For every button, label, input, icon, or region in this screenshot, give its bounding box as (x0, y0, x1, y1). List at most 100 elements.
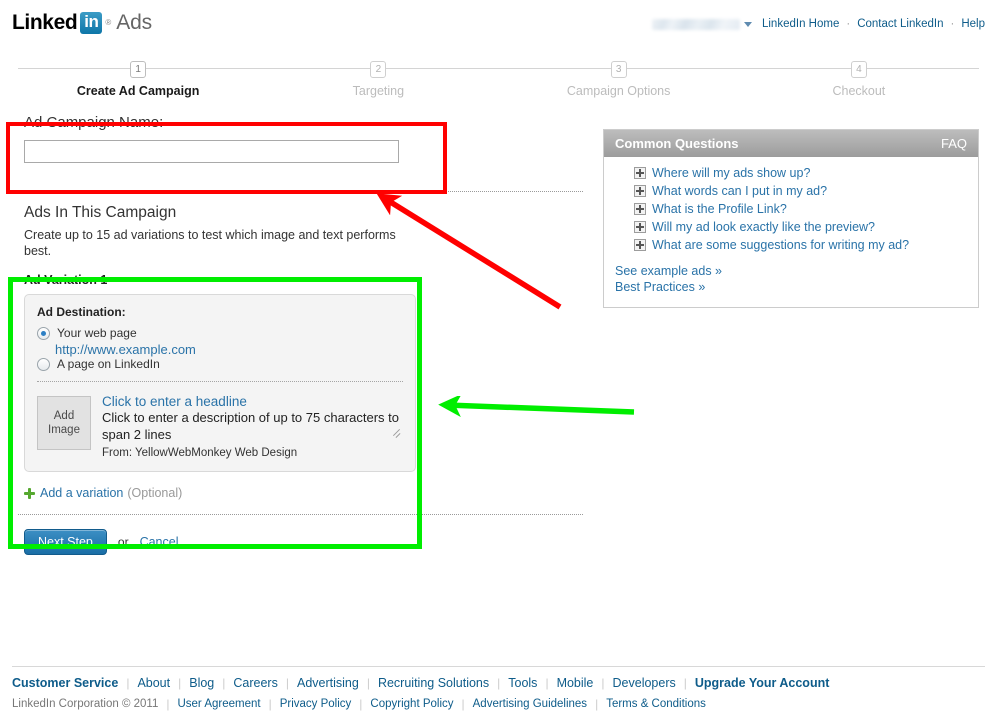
step-campaign-options[interactable]: 3 Campaign Options (499, 56, 739, 98)
ads-section-description: Create up to 15 ad variations to test wh… (24, 228, 396, 258)
radio-label: A page on LinkedIn (57, 357, 160, 371)
footer-separator: | (366, 676, 370, 690)
footer-separator: | (461, 697, 465, 711)
ad-preview-text: Click to enter a headline Click to enter… (102, 394, 403, 459)
footer-link-copyright-policy[interactable]: Copyright Policy (370, 698, 453, 710)
faq-panel-links: See example ads » Best Practices » (615, 263, 967, 295)
footer-separator: | (545, 676, 549, 690)
add-variation-link[interactable]: Add a variation (40, 486, 123, 500)
add-image-button[interactable]: Add Image (37, 396, 91, 450)
ad-headline-input[interactable]: Click to enter a headline (102, 394, 403, 409)
expand-plus-icon[interactable] (634, 221, 646, 233)
expand-plus-icon[interactable] (634, 167, 646, 179)
radio-icon-selected[interactable] (37, 326, 50, 340)
footer-link-upgrade-account[interactable]: Upgrade Your Account (695, 676, 830, 690)
faq-question-item[interactable]: What are some suggestions for writing my… (615, 238, 967, 252)
ad-description-input[interactable]: Click to enter a description of up to 75… (102, 410, 403, 443)
footer-link-blog[interactable]: Blog (189, 676, 214, 690)
step-number: 1 (130, 61, 147, 78)
radio-icon-unselected[interactable] (37, 357, 50, 371)
faq-question-item[interactable]: Will my ad look exactly like the preview… (615, 220, 967, 234)
footer-separator: | (683, 676, 687, 690)
or-text: or (117, 535, 129, 549)
footer-link-terms-conditions[interactable]: Terms & Conditions (606, 698, 706, 710)
campaign-name-input[interactable] (24, 140, 399, 163)
linkedin-ads-logo[interactable]: Linked in ® Ads (12, 11, 152, 35)
common-questions-panel: Common Questions FAQ Where will my ads s… (603, 129, 979, 308)
faq-question-link[interactable]: What words can I put in my ad? (652, 184, 827, 198)
resize-handle-icon[interactable] (392, 428, 401, 441)
footer-link-tools[interactable]: Tools (508, 676, 537, 690)
faq-panel-header: Common Questions FAQ (604, 130, 978, 157)
form-actions: Next Step or Cancel (24, 529, 583, 555)
footer-link-user-agreement[interactable]: User Agreement (177, 698, 260, 710)
add-variation-optional-text: (Optional) (127, 486, 183, 500)
add-variation-row[interactable]: Add a variation (Optional) (24, 486, 583, 500)
faq-question-item[interactable]: Where will my ads show up? (615, 166, 967, 180)
expand-plus-icon[interactable] (634, 203, 646, 215)
progress-stepper: 1 Create Ad Campaign 2 Targeting 3 Campa… (18, 56, 979, 104)
step-checkout[interactable]: 4 Checkout (739, 56, 979, 98)
step-create-ad-campaign[interactable]: 1 Create Ad Campaign (18, 56, 258, 98)
faq-panel-body: Where will my ads show up? What words ca… (604, 157, 978, 307)
faq-question-item[interactable]: What words can I put in my ad? (615, 184, 967, 198)
chevron-down-icon[interactable] (743, 21, 752, 27)
see-example-ads-link[interactable]: See example ads » (615, 263, 967, 279)
destination-url-link[interactable]: http://www.example.com (55, 342, 196, 357)
footer-separator: | (359, 697, 363, 711)
campaign-name-label: Ad Campaign Name: (24, 114, 164, 131)
faq-question-link[interactable]: Where will my ads show up? (652, 166, 810, 180)
step-label: Checkout (832, 84, 886, 98)
expand-plus-icon[interactable] (634, 185, 646, 197)
footer-link-privacy-policy[interactable]: Privacy Policy (280, 698, 352, 710)
page-footer: Customer Service | About | Blog | Career… (0, 666, 997, 728)
nav-separator: · (950, 18, 955, 30)
footer-link-developers[interactable]: Developers (613, 676, 676, 690)
nav-linkedin-home[interactable]: LinkedIn Home (762, 18, 839, 30)
ad-destination-label: Ad Destination: (37, 305, 126, 319)
best-practices-link[interactable]: Best Practices » (615, 279, 967, 295)
nav-help[interactable]: Help (961, 18, 985, 30)
faq-panel-title: Common Questions (615, 136, 739, 151)
faq-question-link[interactable]: Will my ad look exactly like the preview… (652, 220, 875, 234)
nav-contact-linkedin[interactable]: Contact LinkedIn (857, 18, 943, 30)
footer-link-advertising-guidelines[interactable]: Advertising Guidelines (473, 698, 587, 710)
next-step-button[interactable]: Next Step (24, 529, 107, 555)
footer-separator: | (268, 697, 272, 711)
expand-plus-icon[interactable] (634, 239, 646, 251)
step-number: 3 (610, 61, 627, 78)
logo-ads-text: Ads (116, 11, 152, 34)
step-label: Campaign Options (566, 84, 671, 98)
footer-separator: | (126, 676, 130, 690)
footer-link-customer-service[interactable]: Customer Service (12, 676, 118, 690)
footer-secondary-links: LinkedIn Corporation © 2011 | User Agree… (12, 697, 985, 711)
step-label: Targeting (352, 84, 405, 98)
nav-separator: · (846, 18, 851, 30)
footer-separator: | (166, 697, 170, 711)
footer-separator: | (601, 676, 605, 690)
faq-question-link[interactable]: What are some suggestions for writing my… (652, 238, 909, 252)
divider (18, 191, 583, 192)
faq-question-link[interactable]: What is the Profile Link? (652, 202, 787, 216)
ad-variation-title: Ad Variation 1 (24, 273, 108, 287)
step-targeting[interactable]: 2 Targeting (258, 56, 498, 98)
add-image-line-1: Add (53, 410, 75, 422)
account-name-redacted[interactable] (651, 18, 740, 30)
footer-link-careers[interactable]: Careers (233, 676, 277, 690)
ad-variation-card: Ad Destination: Your web page http://www… (24, 294, 416, 472)
divider (18, 514, 583, 515)
plus-icon (24, 487, 35, 499)
footer-separator: | (497, 676, 501, 690)
radio-option-linkedin-page[interactable]: A page on LinkedIn (37, 357, 403, 371)
logo-linked-text: Linked (12, 11, 78, 34)
radio-label: Your web page (57, 326, 137, 340)
footer-link-advertising[interactable]: Advertising (297, 676, 359, 690)
divider (37, 381, 403, 382)
ads-section-heading: Ads In This Campaign (24, 204, 177, 221)
footer-link-recruiting-solutions[interactable]: Recruiting Solutions (378, 676, 489, 690)
cancel-link[interactable]: Cancel (140, 535, 179, 549)
footer-link-about[interactable]: About (137, 676, 170, 690)
footer-link-mobile[interactable]: Mobile (557, 676, 594, 690)
radio-option-your-web-page[interactable]: Your web page (37, 326, 403, 340)
faq-question-item[interactable]: What is the Profile Link? (615, 202, 967, 216)
